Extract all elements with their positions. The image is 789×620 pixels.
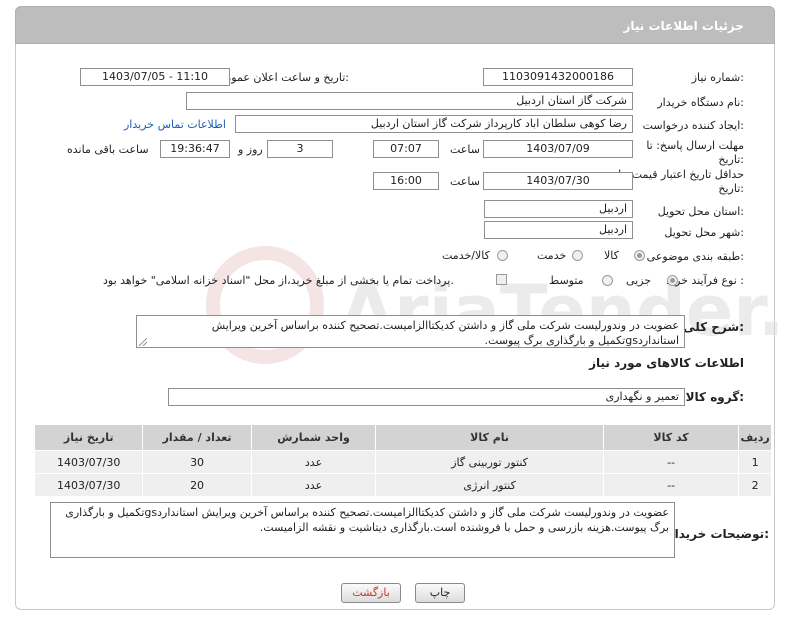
col-code: کد کالا — [602, 424, 740, 451]
deadline-time-label: ساعت — [450, 143, 480, 156]
deadline-date-label: تاریخ: — [718, 153, 744, 166]
category-label: طبقه بندی موضوعی: — [646, 250, 744, 263]
category-option-goods-service: کالا/خدمت — [442, 249, 490, 262]
cell-row: 1 — [738, 450, 772, 474]
city-label: شهر محل تحویل: — [664, 226, 744, 239]
goods-table: ردیف کد کالا نام کالا واحد شمارش تعداد /… — [33, 424, 772, 497]
cell-code: -- — [602, 473, 740, 497]
goods-group-field: تعمیر و نگهداری — [168, 388, 685, 406]
days-remaining-field: 3 — [267, 140, 333, 158]
table-row: 1 -- کنتور توربینی گاز عدد 30 1403/07/30 — [33, 450, 772, 474]
category-radio-goods-service[interactable] — [497, 250, 508, 261]
deadline-date-field: 1403/07/09 — [483, 140, 633, 158]
creator-label: ایجاد کننده درخواست: — [642, 119, 744, 132]
need-number-label: شماره نیاز: — [691, 71, 744, 84]
panel-header: جزئیات اطلاعات نیاز — [15, 6, 775, 44]
cell-code: -- — [602, 450, 740, 474]
cell-row: 2 — [738, 473, 772, 497]
col-name: نام کالا — [375, 424, 604, 451]
table-row: 2 -- کنتور انرژی عدد 20 1403/07/30 — [33, 473, 772, 497]
col-date: تاریخ نیاز — [33, 424, 144, 451]
cell-unit: عدد — [250, 450, 377, 474]
province-field: اردبیل — [484, 200, 633, 218]
goods-table-header: ردیف کد کالا نام کالا واحد شمارش تعداد /… — [33, 424, 772, 451]
validity-label: حداقل تاریخ اعتبار قیمت: تا — [618, 168, 744, 181]
deadline-time-field: 07:07 — [373, 140, 439, 158]
cell-date: 1403/07/30 — [33, 473, 144, 497]
remaining-time-field: 19:36:47 — [160, 140, 230, 158]
remaining-label: ساعت باقی مانده — [67, 143, 149, 156]
validity-date-field: 1403/07/30 — [483, 172, 633, 190]
col-unit: واحد شمارش — [250, 424, 377, 451]
cell-qty: 20 — [142, 473, 252, 497]
announce-datetime-field: 1403/07/05 - 11:10 — [80, 68, 230, 86]
validity-date-label: تاریخ: — [718, 182, 744, 195]
summary-textarea[interactable]: عضویت در وندورلیست شرکت ملی گاز و داشتن … — [136, 315, 685, 348]
cell-name: کنتور انرژی — [375, 473, 604, 497]
contact-info-link[interactable]: اطلاعات تماس خریدار — [124, 118, 226, 131]
cell-qty: 30 — [142, 450, 252, 474]
buyer-org-field: شرکت گاز استان اردبیل — [186, 92, 633, 110]
need-number-field: 1103091432000186 — [483, 68, 633, 86]
validity-time-label: ساعت — [450, 175, 480, 188]
summary-resize-grip[interactable] — [139, 338, 147, 346]
goods-group-label: گروه کالا: — [685, 390, 744, 404]
print-button[interactable]: چاپ — [415, 583, 465, 603]
announce-label: تاریخ و ساعت اعلان عمومی: — [216, 71, 349, 84]
days-label: روز و — [238, 143, 263, 156]
buyer-notes-label: توضیحات خریدار: — [667, 527, 769, 541]
treasury-payment-checkbox[interactable] — [496, 274, 507, 285]
process-radio-minor[interactable] — [667, 275, 678, 286]
treasury-payment-text: پرداخت تمام یا بخشی از مبلغ خرید،از محل … — [103, 274, 454, 287]
cell-name: کنتور توربینی گاز — [375, 450, 604, 474]
buyer-org-label: نام دستگاه خریدار: — [657, 96, 744, 109]
process-radio-medium[interactable] — [602, 275, 613, 286]
cell-date: 1403/07/30 — [33, 450, 144, 474]
category-radio-goods[interactable] — [634, 250, 645, 261]
category-option-goods: کالا — [604, 249, 619, 262]
cell-unit: عدد — [250, 473, 377, 497]
validity-time-field: 16:00 — [373, 172, 439, 190]
goods-section-title: اطلاعات کالاهای مورد نیاز — [589, 356, 744, 370]
process-option-medium: متوسط — [549, 274, 584, 287]
category-radio-service[interactable] — [572, 250, 583, 261]
page-title: جزئیات اطلاعات نیاز — [623, 19, 744, 33]
buyer-notes-textarea[interactable]: عضویت در وندورلیست شرکت ملی گاز و داشتن … — [50, 502, 675, 558]
back-button[interactable]: بازگشت — [341, 583, 401, 603]
province-label: استان محل تحویل: — [657, 205, 744, 218]
creator-field: رضا کوهی سلطان اباد کارپرداز شرکت گاز اس… — [235, 115, 633, 133]
city-field: اردبیل — [484, 221, 633, 239]
col-qty: تعداد / مقدار — [142, 424, 252, 451]
deadline-label: مهلت ارسال پاسخ: تا — [646, 139, 744, 152]
process-option-minor: جزیی — [626, 274, 652, 287]
category-option-service: خدمت — [537, 249, 567, 262]
col-row: ردیف — [738, 424, 772, 451]
